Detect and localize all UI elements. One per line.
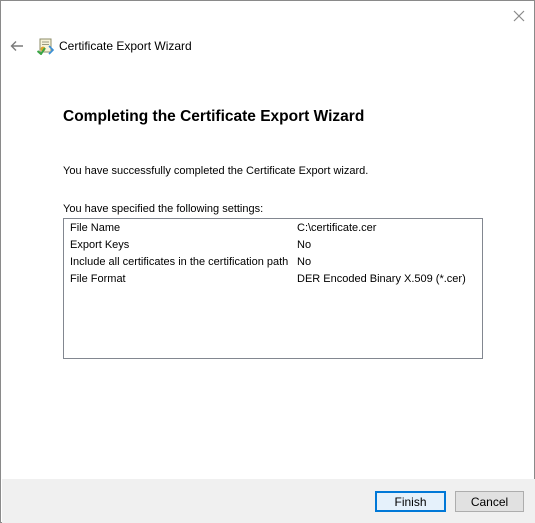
settings-row-include-certificates: Include all certificates in the certific…	[70, 256, 480, 273]
finish-button[interactable]: Finish	[375, 491, 446, 512]
back-button[interactable]	[7, 37, 27, 55]
settings-key: Export Keys	[70, 239, 130, 251]
settings-value: DER Encoded Binary X.509 (*.cer)	[297, 273, 466, 285]
close-icon	[513, 10, 525, 22]
page-heading: Completing the Certificate Export Wizard	[63, 108, 365, 125]
cancel-button[interactable]: Cancel	[455, 491, 524, 512]
settings-value: No	[297, 256, 312, 268]
window-title: Certificate Export Wizard	[59, 39, 192, 53]
settings-key: File Name	[70, 222, 121, 234]
settings-key: File Format	[70, 273, 126, 285]
settings-label: You have specified the following setting…	[63, 203, 264, 215]
settings-key: Include all certificates in the certific…	[70, 256, 289, 268]
certificate-wizard-icon	[37, 38, 55, 55]
settings-row-file-format: File Format DER Encoded Binary X.509 (*.…	[70, 273, 480, 290]
settings-row-export-keys: Export Keys No	[70, 239, 480, 256]
button-bar: Finish Cancel	[2, 479, 535, 523]
back-arrow-icon	[10, 41, 23, 51]
wizard-window: Certificate Export Wizard Completing the…	[0, 0, 535, 523]
settings-value: C:\certificate.cer	[297, 222, 377, 234]
settings-value: No	[297, 239, 312, 251]
settings-row-file-name: File Name C:\certificate.cer	[70, 222, 480, 239]
intro-text: You have successfully completed the Cert…	[63, 165, 369, 177]
settings-list[interactable]: File Name C:\certificate.cer Export Keys…	[63, 218, 483, 359]
close-button[interactable]	[506, 5, 532, 27]
